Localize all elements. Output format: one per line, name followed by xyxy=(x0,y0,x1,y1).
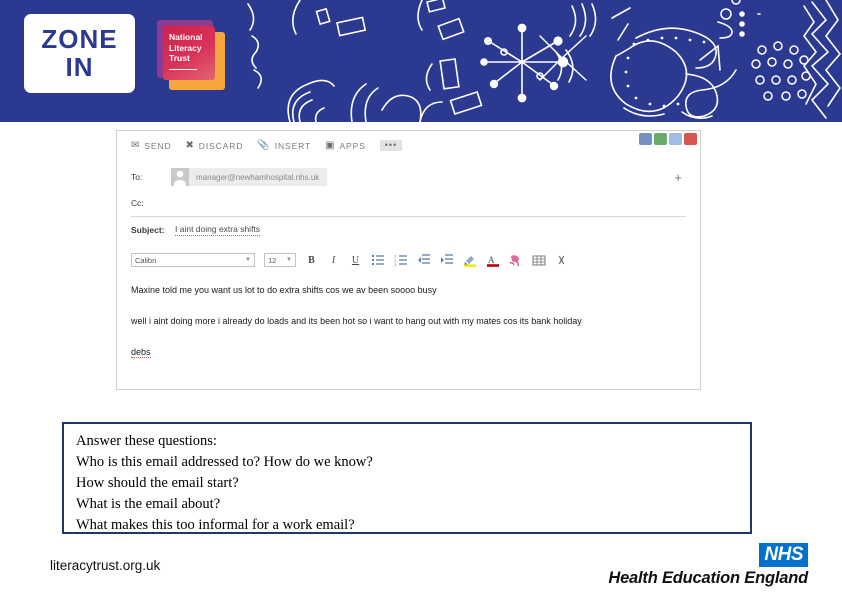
more-formatting-icon xyxy=(558,255,565,265)
apps-button[interactable]: ▣ APPS xyxy=(325,140,366,151)
increase-indent-icon xyxy=(441,254,453,264)
font-color-button[interactable]: A xyxy=(486,253,500,267)
bulleted-list-button[interactable] xyxy=(371,253,385,267)
avatar-person-icon xyxy=(173,170,187,186)
insert-label: INSERT xyxy=(274,140,312,151)
email-body-line-3: debs xyxy=(131,342,686,363)
more-options-button[interactable]: ••• xyxy=(379,140,403,151)
email-compose-window: ✉ SEND ✖ DISCARD 📎 INSERT ▣ APPS ••• To: xyxy=(116,130,701,390)
insert-table-button[interactable] xyxy=(532,253,546,267)
send-icon: ✉ xyxy=(131,140,141,151)
window-status-icons xyxy=(639,133,697,145)
to-field-row[interactable]: To: manager@newhamhospital.nhs.uk + xyxy=(131,164,686,190)
apps-label: APPS xyxy=(339,140,366,151)
font-color-icon: A xyxy=(487,255,499,267)
font-color-letter: A xyxy=(488,255,495,265)
add-recipient-button[interactable]: + xyxy=(674,170,686,185)
underline-button[interactable]: U xyxy=(349,255,362,266)
cc-field-label: Cc: xyxy=(131,198,144,208)
zone-in-logo: ZONE IN xyxy=(24,14,135,93)
svg-text:3: 3 xyxy=(394,262,397,267)
questions-heading: Answer these questions: xyxy=(76,433,217,449)
question-item-1: Who is this email addressed to? How do w… xyxy=(76,454,373,470)
bulleted-list-icon xyxy=(371,254,384,266)
discard-label: DISCARD xyxy=(198,140,244,151)
logo-text-national: National xyxy=(169,32,203,42)
logo-text-trust: Trust xyxy=(169,53,190,63)
footer-website-url[interactable]: literacytrust.org.uk xyxy=(50,558,160,573)
numbered-list-icon: 123 xyxy=(394,254,407,267)
mail-action-toolbar: ✉ SEND ✖ DISCARD 📎 INSERT ▣ APPS ••• xyxy=(117,131,700,158)
question-item-2: How should the email start? xyxy=(76,475,239,491)
email-body-signature: debs xyxy=(131,347,151,358)
email-body-text-2: well i aint doing more i already do load… xyxy=(131,316,582,326)
send-label: SEND xyxy=(144,140,172,151)
logo-text-literacy: Literacy xyxy=(169,42,202,53)
discard-button[interactable]: ✖ DISCARD xyxy=(186,140,244,151)
zone-in-logo-line2: IN xyxy=(65,51,94,82)
subject-field-row[interactable]: Subject: I aint doing extra shifts xyxy=(131,217,686,243)
window-icon-2[interactable] xyxy=(654,133,667,145)
font-size-select[interactable]: 12 ▼ xyxy=(264,253,296,267)
recipient-chip[interactable]: manager@newhamhospital.nhs.uk xyxy=(171,168,328,186)
highlight-color-icon xyxy=(464,256,476,267)
to-field-label: To: xyxy=(131,172,143,182)
font-family-value: Calibri xyxy=(135,255,157,265)
chevron-down-icon: ▼ xyxy=(245,257,251,263)
decrease-indent-icon xyxy=(418,254,430,264)
email-body-line-2: well i aint doing more i already do load… xyxy=(131,311,686,332)
insert-icon: 📎 xyxy=(257,140,271,151)
bold-button[interactable]: B xyxy=(305,255,318,266)
font-family-select[interactable]: Calibri ▼ xyxy=(131,253,255,267)
question-item-4: What makes this too informal for a work … xyxy=(76,517,355,533)
subject-field-label: Subject: xyxy=(131,225,165,235)
insert-button[interactable]: 📎 INSERT xyxy=(257,140,311,151)
window-icon-1[interactable] xyxy=(639,133,652,145)
numbered-list-button[interactable]: 123 xyxy=(394,253,408,267)
subject-value: I aint doing extra shifts xyxy=(175,224,261,236)
formatting-toolbar: Calibri ▼ 12 ▼ B I U 123 A xyxy=(131,252,686,268)
format-painter-button[interactable] xyxy=(509,253,523,267)
page-banner: ZONE IN National Literacy Trust xyxy=(0,0,842,122)
email-body-text-1: Maxine told me you want us lot to do ext… xyxy=(131,285,437,295)
discard-icon: ✖ xyxy=(185,140,195,151)
cc-field-row[interactable]: Cc: xyxy=(131,190,686,217)
logo-layer-red: National Literacy Trust xyxy=(163,26,215,80)
apps-icon: ▣ xyxy=(325,140,336,151)
nhs-logo-block: NHS Health Education England xyxy=(608,543,808,588)
close-icon[interactable] xyxy=(684,133,697,145)
avatar xyxy=(171,168,189,186)
questions-box: Answer these questions: Who is this emai… xyxy=(62,422,752,534)
window-icon-3[interactable] xyxy=(669,133,682,145)
insert-table-icon xyxy=(532,255,546,266)
send-button[interactable]: ✉ SEND xyxy=(131,140,172,151)
recipient-email: manager@newhamhospital.nhs.uk xyxy=(196,172,320,182)
question-item-3: What is the email about? xyxy=(76,496,221,512)
decrease-indent-button[interactable] xyxy=(417,253,431,267)
health-education-england-label: Health Education England xyxy=(608,569,808,587)
format-painter-icon xyxy=(509,255,519,267)
increase-indent-button[interactable] xyxy=(440,253,454,267)
font-size-value: 12 xyxy=(268,255,277,265)
logo-underline xyxy=(169,68,197,70)
zone-in-logo-line1: ZONE xyxy=(41,23,118,54)
nhs-badge: NHS xyxy=(759,543,808,567)
more-formatting-button[interactable] xyxy=(555,253,569,267)
national-literacy-trust-logo: National Literacy Trust xyxy=(157,20,225,90)
italic-button[interactable]: I xyxy=(327,255,340,266)
chevron-down-icon: ▼ xyxy=(286,257,292,263)
email-body-line-1: Maxine told me you want us lot to do ext… xyxy=(131,280,686,301)
email-body[interactable]: Maxine told me you want us lot to do ext… xyxy=(131,280,686,363)
highlight-color-button[interactable] xyxy=(463,253,477,267)
